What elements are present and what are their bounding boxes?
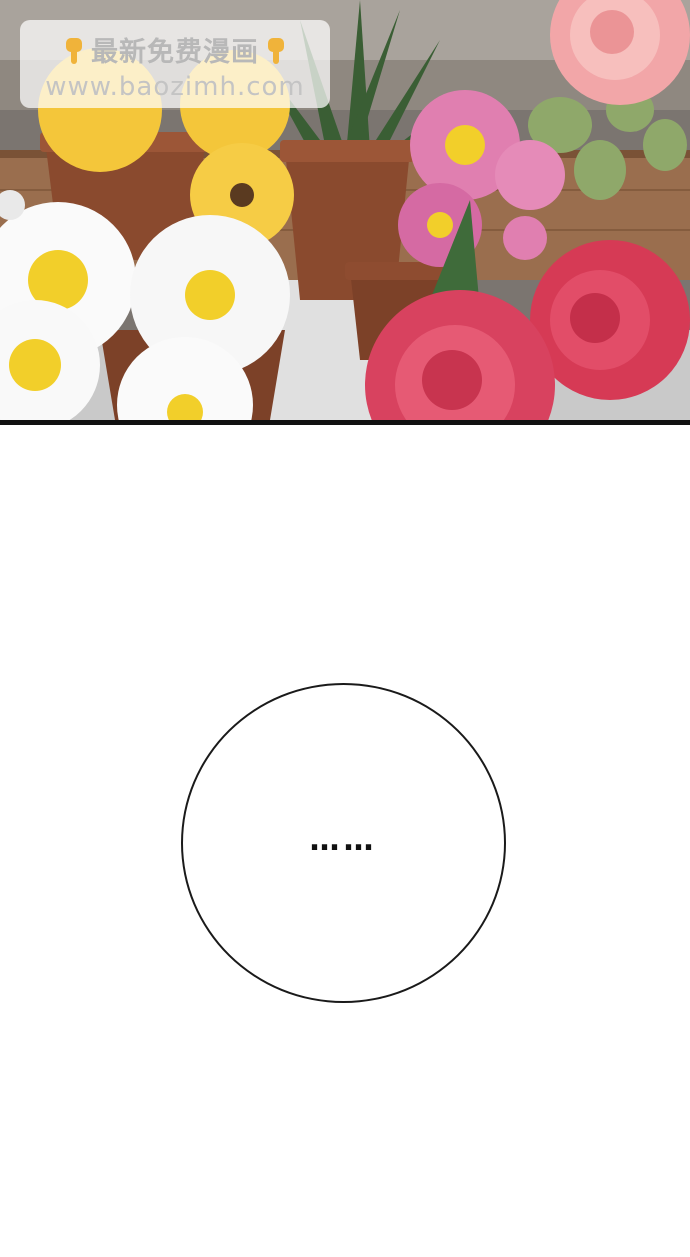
panel-divider <box>0 420 690 425</box>
speech-bubble: …… <box>181 683 506 1003</box>
pointing-down-hand-icon <box>66 38 82 64</box>
watermark: 最新免费漫画 www.baozimh.com <box>20 20 330 108</box>
watermark-title: 最新免费漫画 <box>91 37 259 68</box>
speech-bubble-text: …… <box>309 823 378 858</box>
comic-panel-illustration: 最新免费漫画 www.baozimh.com <box>0 0 690 420</box>
pointing-down-hand-icon <box>268 38 284 64</box>
watermark-url: www.baozimh.com <box>45 72 305 102</box>
